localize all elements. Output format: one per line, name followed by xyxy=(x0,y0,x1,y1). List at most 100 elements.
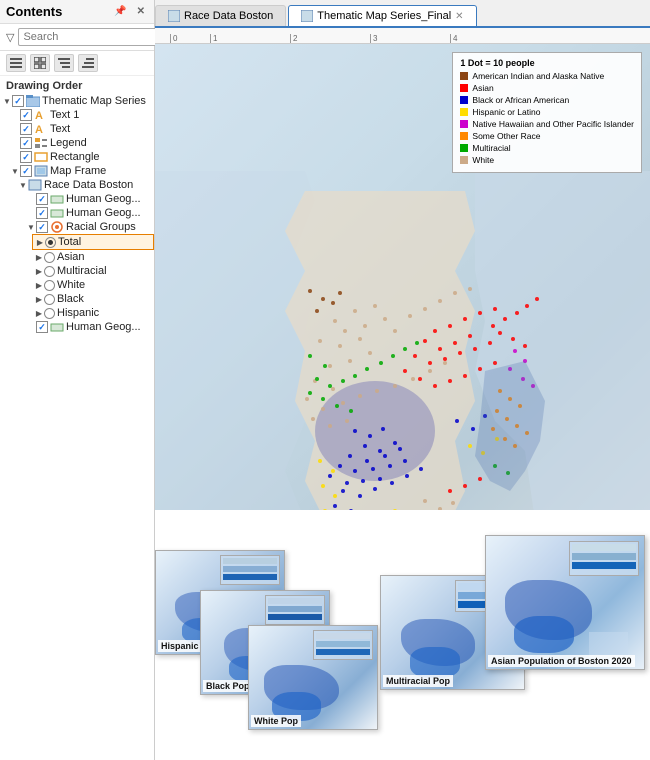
radio-black[interactable] xyxy=(44,294,55,305)
text1-label: Text 1 xyxy=(50,109,79,121)
tab-close-icon[interactable]: ✕ xyxy=(455,11,463,22)
expand-total[interactable]: ▶ xyxy=(35,238,45,247)
tree-item-rectangle[interactable]: Rectangle xyxy=(8,150,154,164)
tree-item-hispanic[interactable]: ▶ Hispanic xyxy=(32,306,154,320)
ruler-marks: 0 1 2 3 4 xyxy=(160,28,645,43)
white-label: White xyxy=(57,279,85,291)
pin-icon[interactable]: 📌 xyxy=(111,5,129,18)
expand-rect xyxy=(10,153,20,162)
tree-item-humangeo2[interactable]: Human Geog... xyxy=(24,206,154,220)
tree-item-text1[interactable]: A Text 1 xyxy=(8,108,154,122)
expand-asian[interactable]: ▶ xyxy=(34,253,44,262)
tab-thematic-map[interactable]: Thematic Map Series_Final ✕ xyxy=(288,5,476,26)
racedata-label: Race Data Boston xyxy=(44,179,133,191)
expand-hg1 xyxy=(26,195,36,204)
expand-thematic[interactable]: ▼ xyxy=(2,97,12,106)
radio-multiracial[interactable] xyxy=(44,266,55,277)
checkbox-racial[interactable] xyxy=(36,221,48,233)
mapframe-icon xyxy=(34,165,48,177)
legend-dot-2 xyxy=(460,96,468,104)
legend-icon xyxy=(34,137,48,149)
tree-item-multiracial[interactable]: ▶ Multiracial xyxy=(32,264,154,278)
tree-item-black[interactable]: ▶ Black xyxy=(32,292,154,306)
checkbox-thematic[interactable] xyxy=(12,95,24,107)
checkbox-legend[interactable] xyxy=(20,137,32,149)
legend-item-7: White xyxy=(460,155,634,165)
tree-item-race-data[interactable]: ▼ Race Data Boston xyxy=(16,178,154,192)
toolbar-grid-icon[interactable] xyxy=(30,54,50,72)
multiracial-label: Multiracial xyxy=(57,265,107,277)
rect-icon xyxy=(34,151,48,163)
legend-dot-6 xyxy=(460,144,468,152)
checkbox-rect[interactable] xyxy=(20,151,32,163)
thumb-mini-legend-white xyxy=(313,630,373,660)
legend-label-2: Black or African American xyxy=(472,95,569,105)
ruler: 0 1 2 3 4 xyxy=(155,28,650,44)
checkbox-text[interactable] xyxy=(20,123,32,135)
checkbox-hg3[interactable] xyxy=(36,321,48,333)
svg-text:A: A xyxy=(35,124,43,135)
toolbar-expand-icon[interactable] xyxy=(78,54,98,72)
thumb-mini-legend-hispanic xyxy=(220,555,280,585)
contents-panel: Contents 📌 ✕ ▽ 🔍 ▾ Drawing Order ▼ xyxy=(0,0,155,760)
tree-item-map-frame[interactable]: ▼ Map Frame xyxy=(8,164,154,178)
hg2-icon xyxy=(50,207,64,219)
radio-white[interactable] xyxy=(44,280,55,291)
legend-item-0: American Indian and Alaska Native xyxy=(460,71,634,81)
tree-item-humangeo3[interactable]: Human Geog... xyxy=(24,320,154,334)
legend-item-5: Some Other Race xyxy=(460,131,634,141)
thumbnail-asian[interactable]: Asian Population of Boston 2020 xyxy=(485,535,645,670)
tree-item-humangeo1[interactable]: Human Geog... xyxy=(24,192,154,206)
radio-hispanic[interactable] xyxy=(44,308,55,319)
legend-dot-5 xyxy=(460,132,468,140)
legend-dot-1 xyxy=(460,84,468,92)
radio-total[interactable] xyxy=(45,237,56,248)
tree-item-text[interactable]: A Text xyxy=(8,122,154,136)
tree-item-thematic-map[interactable]: ▼ Thematic Map Series xyxy=(0,94,154,108)
legend-dot-7 xyxy=(460,156,468,164)
toolbar xyxy=(0,51,154,76)
tree-item-racial-groups[interactable]: ▼ Racial Groups xyxy=(24,220,154,234)
legend-item-4: Native Hawaiian and Other Pacific Island… xyxy=(460,119,634,129)
expand-text xyxy=(10,125,20,134)
racial-icon xyxy=(50,221,64,233)
mapframe-label: Map Frame xyxy=(50,165,106,177)
expand-racial[interactable]: ▼ xyxy=(26,223,36,232)
hg1-icon xyxy=(50,193,64,205)
contents-header: Contents 📌 ✕ xyxy=(0,0,154,24)
expand-hg2 xyxy=(26,209,36,218)
legend-item-3: Hispanic or Latino xyxy=(460,107,634,117)
tree-item-legend[interactable]: Legend xyxy=(8,136,154,150)
expand-hispanic[interactable]: ▶ xyxy=(34,309,44,318)
thumbnail-white[interactable]: White Pop xyxy=(248,625,378,730)
expand-racedata[interactable]: ▼ xyxy=(18,181,28,190)
legend-dot-0 xyxy=(460,72,468,80)
legend-label-0: American Indian and Alaska Native xyxy=(472,71,604,81)
legend-item-1: Asian xyxy=(460,83,634,93)
checkbox-hg2[interactable] xyxy=(36,207,48,219)
ruler-mark-4: 4 xyxy=(450,34,530,43)
search-input[interactable] xyxy=(18,28,170,46)
expand-hg3 xyxy=(26,323,36,332)
tree-item-white[interactable]: ▶ White xyxy=(32,278,154,292)
tab-race-data-label: Race Data Boston xyxy=(184,10,273,22)
tree-item-asian[interactable]: ▶ Asian xyxy=(32,250,154,264)
tab-race-data[interactable]: Race Data Boston xyxy=(155,5,286,26)
checkbox-hg1[interactable] xyxy=(36,193,48,205)
expand-black[interactable]: ▶ xyxy=(34,295,44,304)
asian-label: Asian xyxy=(57,251,85,263)
checkbox-text1[interactable] xyxy=(20,109,32,121)
text2-icon: A xyxy=(34,123,48,135)
tree-item-total[interactable]: ▶ Total xyxy=(32,234,154,250)
filter-icon: ▽ xyxy=(6,31,14,44)
radio-asian[interactable] xyxy=(44,252,55,263)
close-icon[interactable]: ✕ xyxy=(134,5,148,18)
expand-mapframe[interactable]: ▼ xyxy=(10,167,20,176)
expand-multiracial[interactable]: ▶ xyxy=(34,267,44,276)
contents-title: Contents xyxy=(6,4,62,19)
expand-white[interactable]: ▶ xyxy=(34,281,44,290)
toolbar-list-icon[interactable] xyxy=(6,54,26,72)
checkbox-mapframe[interactable] xyxy=(20,165,32,177)
tree-container: ▼ Thematic Map Series A Text 1 A Text xyxy=(0,94,154,760)
toolbar-collapse-icon[interactable] xyxy=(54,54,74,72)
